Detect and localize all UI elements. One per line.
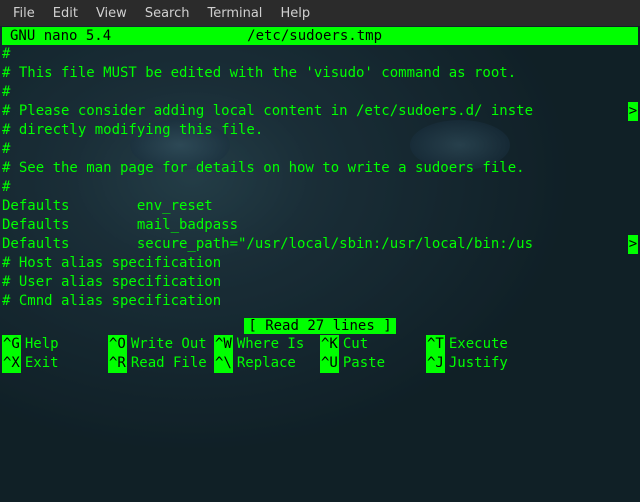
- editor-line: # Please consider adding local content i…: [2, 102, 638, 121]
- shortcut-label: Write Out: [127, 336, 207, 352]
- editor-line: Defaults mail_badpass: [2, 216, 638, 235]
- menubar: File Edit View Search Terminal Help: [0, 0, 640, 26]
- shortcut-help[interactable]: ^GHelp: [2, 335, 108, 354]
- shortcut-exit[interactable]: ^XExit: [2, 354, 108, 373]
- shortcut-key: ^U: [320, 354, 339, 373]
- shortcut-execute[interactable]: ^TExecute: [426, 335, 532, 354]
- editor-line: # Cmnd alias specification: [2, 292, 638, 311]
- editor-line: #: [2, 83, 638, 102]
- overflow-marker-icon: >: [628, 102, 638, 121]
- shortcut-label: Help: [21, 336, 59, 352]
- app-name: GNU nano 5.4: [2, 27, 111, 45]
- editor-line: # This file MUST be edited with the 'vis…: [2, 64, 638, 83]
- editor-line: # See the man page for details on how to…: [2, 159, 638, 178]
- shortcut-label: Cut: [339, 336, 368, 352]
- shortcut-key: ^T: [426, 335, 445, 354]
- editor-line: #: [2, 140, 638, 159]
- shortcut-writeout[interactable]: ^OWrite Out: [108, 335, 214, 354]
- shortcut-label: Where Is: [233, 336, 304, 352]
- editor-line: # User alias specification: [2, 273, 638, 292]
- shortcut-cut[interactable]: ^KCut: [320, 335, 426, 354]
- shortcut-label: Paste: [339, 355, 385, 371]
- shortcut-justify[interactable]: ^JJustify: [426, 354, 532, 373]
- editor-line: # directly modifying this file.: [2, 121, 638, 140]
- editor-line: Defaults secure_path="/usr/local/sbin:/u…: [2, 235, 638, 254]
- menu-view[interactable]: View: [87, 4, 136, 23]
- shortcut-label: Read File: [127, 355, 207, 371]
- shortcut-key: ^G: [2, 335, 21, 354]
- menu-file[interactable]: File: [4, 4, 44, 23]
- shortcut-paste[interactable]: ^UPaste: [320, 354, 426, 373]
- status-bar: [ Read 27 lines ]: [0, 317, 640, 335]
- file-path: /etc/sudoers.tmp: [111, 27, 638, 45]
- shortcut-key: ^J: [426, 354, 445, 373]
- menu-help[interactable]: Help: [271, 4, 319, 23]
- terminal[interactable]: GNU nano 5.4 /etc/sudoers.tmp # # This f…: [0, 27, 640, 373]
- shortcut-label: Replace: [233, 355, 296, 371]
- shortcut-bar: ^GHelp ^OWrite Out ^WWhere Is ^KCut ^TEx…: [0, 335, 640, 373]
- editor-line: # Host alias specification: [2, 254, 638, 273]
- editor-area[interactable]: # # This file MUST be edited with the 'v…: [0, 45, 640, 311]
- shortcut-key: ^\: [214, 354, 233, 373]
- editor-line: #: [2, 45, 638, 64]
- shortcut-label: Exit: [21, 355, 59, 371]
- shortcut-key: ^W: [214, 335, 233, 354]
- shortcut-key: ^R: [108, 354, 127, 373]
- shortcut-label: Justify: [445, 355, 508, 371]
- status-message: [ Read 27 lines ]: [244, 318, 395, 334]
- editor-line: #: [2, 178, 638, 197]
- editor-line: Defaults env_reset: [2, 197, 638, 216]
- shortcut-readfile[interactable]: ^RRead File: [108, 354, 214, 373]
- shortcut-whereis[interactable]: ^WWhere Is: [214, 335, 320, 354]
- nano-titlebar: GNU nano 5.4 /etc/sudoers.tmp: [2, 27, 638, 45]
- overflow-marker-icon: >: [628, 235, 638, 254]
- shortcut-key: ^O: [108, 335, 127, 354]
- shortcut-key: ^K: [320, 335, 339, 354]
- menu-edit[interactable]: Edit: [44, 4, 87, 23]
- menu-search[interactable]: Search: [136, 4, 199, 23]
- menu-terminal[interactable]: Terminal: [198, 4, 271, 23]
- shortcut-replace[interactable]: ^\Replace: [214, 354, 320, 373]
- shortcut-key: ^X: [2, 354, 21, 373]
- shortcut-label: Execute: [445, 336, 508, 352]
